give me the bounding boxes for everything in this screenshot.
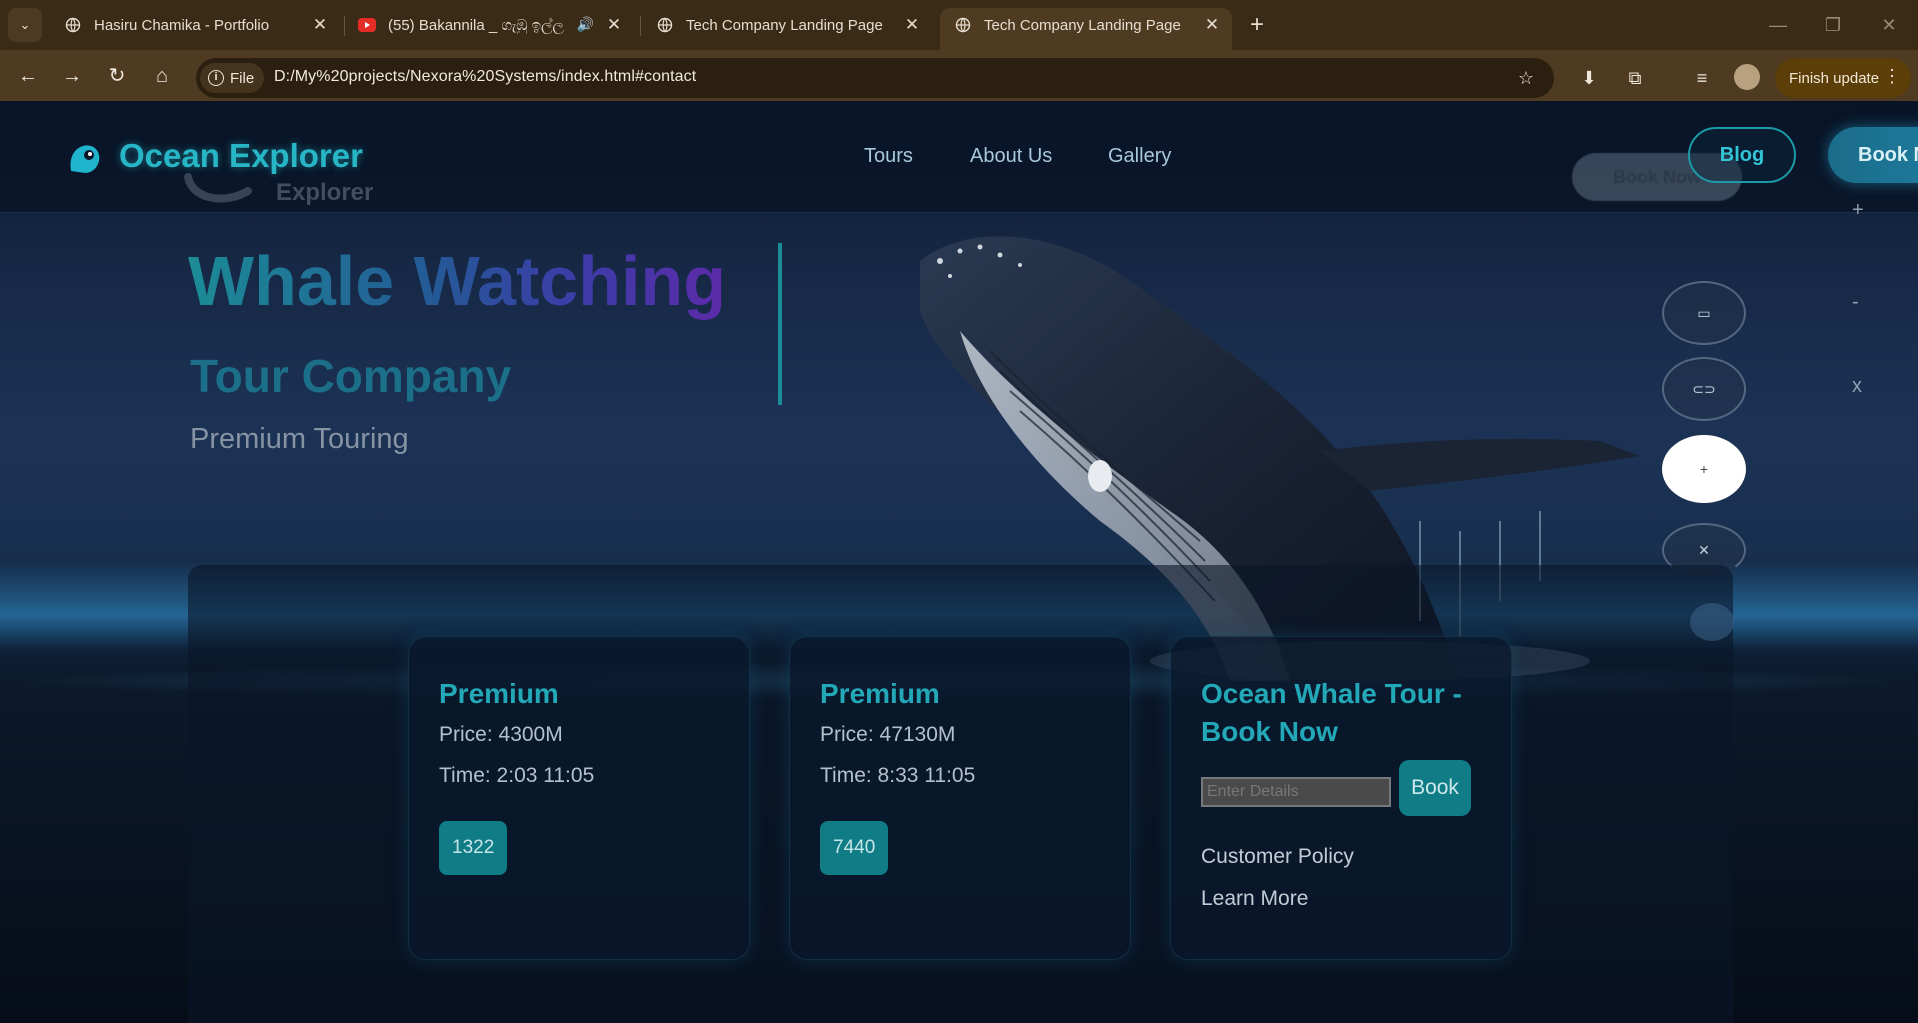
finish-update-button[interactable]: Finish update ⋮: [1775, 58, 1911, 98]
tab-youtube[interactable]: (55) Bakannila _ ගැඹු ඉල්ල 🔊 ✕: [344, 8, 634, 42]
tour-price: Price: 4300M: [439, 723, 563, 746]
nav-link-gallery[interactable]: Gallery: [1108, 145, 1171, 168]
tour-price: Price: 47130M: [820, 723, 956, 746]
tour-time: Time: 2:03 11:05: [439, 764, 595, 787]
reload-icon[interactable]: ↻: [101, 60, 133, 92]
new-tab-button[interactable]: +: [1243, 12, 1271, 40]
site-logo-text[interactable]: Ocean Explorer: [119, 137, 363, 175]
customer-policy-link[interactable]: Customer Policy: [1201, 845, 1354, 869]
youtube-icon: [358, 16, 376, 34]
ghost-logo: Explorer: [184, 171, 394, 231]
page-viewport: Ocean Explorer Explorer Tours About Us G…: [0, 101, 1918, 1023]
speaker-icon[interactable]: 🔊: [577, 16, 594, 33]
minimize-icon[interactable]: —: [1763, 10, 1793, 40]
nav-link-tours[interactable]: Tours: [864, 145, 913, 168]
book-now-button[interactable]: Book N: [1828, 127, 1918, 183]
scroll-indicator[interactable]: [1690, 603, 1734, 641]
home-icon[interactable]: ⌂: [146, 60, 178, 92]
learn-more-link[interactable]: Learn More: [1201, 887, 1308, 911]
profile-avatar[interactable]: [1734, 64, 1760, 90]
close-mark[interactable]: x: [1852, 375, 1862, 398]
side-button-plus[interactable]: +: [1662, 435, 1746, 503]
book-button[interactable]: Book: [1399, 760, 1471, 816]
ghost-logo-text: Explorer: [276, 179, 374, 206]
forward-icon[interactable]: →: [56, 60, 88, 92]
more-menu-icon[interactable]: ⋮: [1883, 66, 1901, 87]
link-icon: ⊂⊃: [1692, 380, 1716, 397]
close-tab-icon[interactable]: ✕: [902, 15, 922, 35]
tab-divider: [640, 16, 641, 36]
tab-title: (55) Bakannila _ ගැඹු ඉල්ල: [388, 16, 564, 34]
globe-icon: [954, 16, 972, 34]
blog-button[interactable]: Blog: [1688, 127, 1796, 183]
tour-card: Premium Price: 47130M Time: 8:33 11:05 7…: [789, 636, 1131, 960]
side-button-link[interactable]: ⊂⊃: [1662, 357, 1746, 421]
details-input[interactable]: Enter Details: [1201, 777, 1391, 807]
nav-link-about[interactable]: About Us: [970, 145, 1052, 168]
booking-card-title: Ocean Whale Tour - Book Now: [1201, 678, 1462, 747]
close-tab-icon[interactable]: ✕: [310, 15, 330, 35]
bookmark-star-icon[interactable]: ☆: [1514, 66, 1538, 90]
extensions-icon[interactable]: ⧉: [1623, 66, 1647, 90]
zoom-out-mark[interactable]: -: [1852, 291, 1859, 314]
hero-tagline: Premium Touring: [190, 423, 409, 455]
window-icon: ▭: [1697, 304, 1711, 321]
ocean-logo-icon: [70, 145, 100, 173]
tour-badge-button[interactable]: 1322: [439, 821, 508, 875]
tab-landing-1[interactable]: Tech Company Landing Page ✕: [642, 8, 932, 42]
tour-badge-button[interactable]: 7440: [820, 821, 889, 875]
tour-time: Time: 8:33 11:05: [820, 764, 976, 787]
side-button-window[interactable]: ▭: [1662, 281, 1746, 345]
browser-tab-strip: ⌄ Hasiru Chamika - Portfolio ✕ (55) Baka…: [0, 0, 1918, 50]
url-text[interactable]: D:/My%20projects/Nexora%20Systems/index.…: [274, 68, 696, 86]
site-info-chip[interactable]: i File: [200, 63, 265, 93]
typing-cursor: [778, 243, 782, 405]
globe-icon: [64, 16, 82, 34]
tab-landing-2-active[interactable]: Tech Company Landing Page ✕: [940, 8, 1232, 50]
plus-icon: +: [1699, 461, 1709, 477]
zoom-in-mark[interactable]: +: [1852, 199, 1864, 222]
info-icon: i: [208, 70, 224, 86]
close-tab-icon[interactable]: ✕: [1202, 15, 1222, 35]
close-icon: ✕: [1698, 541, 1710, 558]
tab-portfolio[interactable]: Hasiru Chamika - Portfolio ✕: [50, 8, 340, 42]
hero-subtitle: Tour Company: [190, 350, 512, 402]
hero-title: Whale Watching: [188, 242, 726, 320]
site-header: Ocean Explorer Explorer Tours About Us G…: [0, 101, 1918, 213]
media-control-icon[interactable]: ≡: [1690, 66, 1714, 90]
globe-icon: [656, 16, 674, 34]
tab-title: Tech Company Landing Page: [984, 16, 1181, 34]
tour-card: Premium Price: 4300M Time: 2:03 11:05 13…: [408, 636, 750, 960]
ghost-logo-icon: [184, 173, 252, 203]
file-label: File: [230, 69, 255, 87]
finish-update-label: Finish update: [1789, 69, 1880, 87]
tab-title: Hasiru Chamika - Portfolio: [94, 16, 270, 34]
back-icon[interactable]: ←: [12, 60, 44, 92]
restore-icon[interactable]: ❐: [1818, 10, 1848, 40]
tour-card-title: Premium: [439, 678, 559, 709]
tour-card-title: Premium: [820, 678, 940, 709]
close-window-icon[interactable]: ✕: [1874, 10, 1904, 40]
booking-card: Ocean Whale Tour - Book Now Enter Detail…: [1170, 636, 1512, 960]
download-icon[interactable]: ⬇: [1577, 66, 1601, 90]
tab-search-button[interactable]: ⌄: [8, 8, 42, 42]
tab-title: Tech Company Landing Page: [686, 16, 883, 34]
close-tab-icon[interactable]: ✕: [604, 15, 624, 35]
